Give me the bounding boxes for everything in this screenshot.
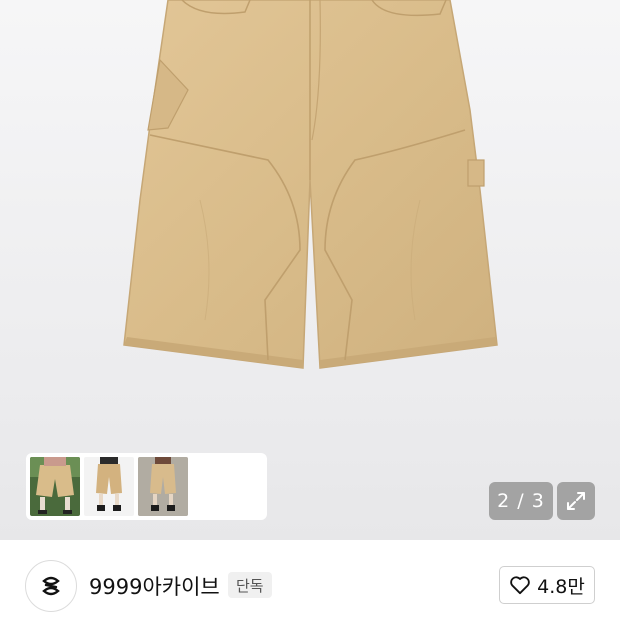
expand-button[interactable] <box>557 482 595 520</box>
like-count: 4.8만 <box>537 575 585 598</box>
thumbnail-strip <box>26 453 267 520</box>
like-button[interactable]: 4.8만 <box>499 566 595 604</box>
store-name[interactable]: 9999아카이브 <box>89 571 220 601</box>
thumbnail-2[interactable] <box>84 457 134 516</box>
thumbnail-3[interactable] <box>138 457 188 516</box>
thumbnail-1[interactable] <box>30 457 80 516</box>
product-image-gallery[interactable]: 2 / 3 <box>0 0 620 540</box>
exclusive-badge: 단독 <box>228 572 272 598</box>
store-logo-icon <box>42 576 60 596</box>
expand-icon <box>567 492 585 510</box>
heart-icon <box>510 576 530 595</box>
image-counter: 2 / 3 <box>489 482 553 520</box>
store-logo[interactable] <box>25 560 77 612</box>
